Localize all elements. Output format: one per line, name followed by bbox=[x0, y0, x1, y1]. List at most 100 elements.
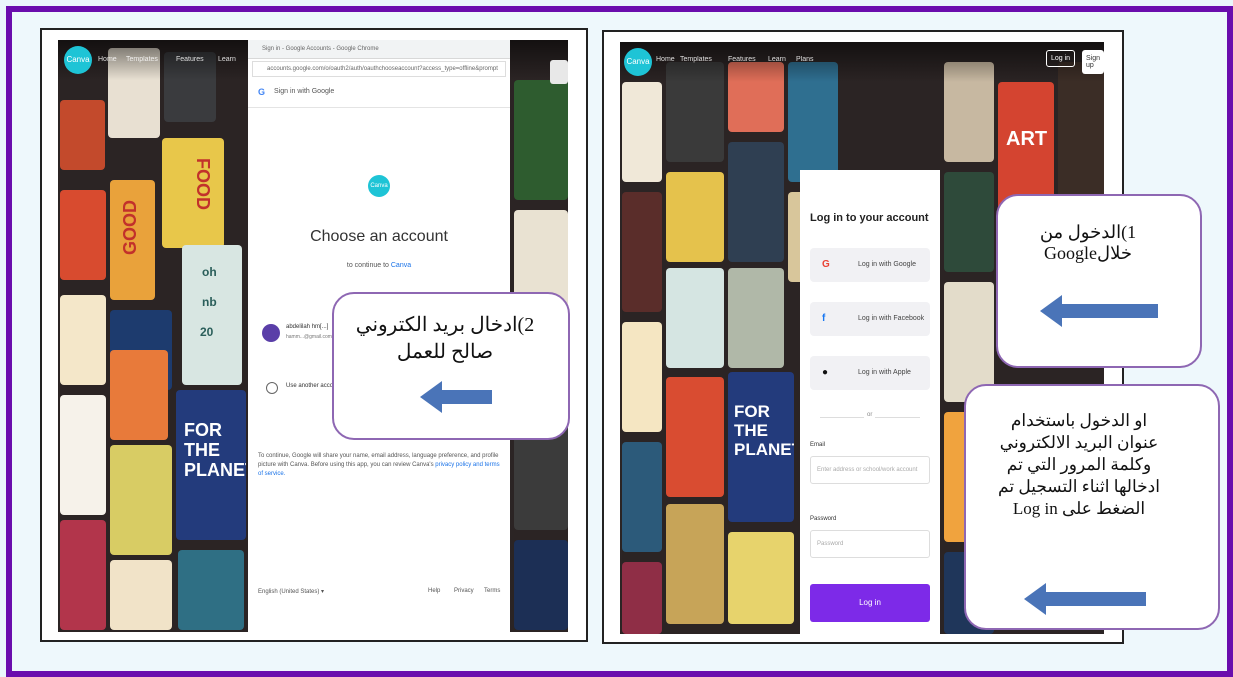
google-login-button[interactable]: G Log in with Google bbox=[810, 248, 930, 282]
google-g-icon: G bbox=[822, 259, 830, 270]
facebook-login-label: Log in with Facebook bbox=[858, 315, 925, 322]
collage-tile bbox=[728, 142, 784, 262]
password-field[interactable]: Password bbox=[810, 530, 930, 558]
planet-tile: FOR THE PLANET bbox=[176, 390, 246, 540]
account-name: abdelilah hm[...] bbox=[286, 324, 329, 330]
collage-tile bbox=[110, 445, 172, 555]
canva-topbar: Canva Home Templates Features Learn Plan… bbox=[620, 42, 1104, 82]
left-screenshot-panel: FOOD GOOD oh nb 20 FOR THE PLANET Canva … bbox=[40, 28, 588, 642]
canva-logo[interactable]: Canva bbox=[64, 46, 92, 74]
left-arrow-icon bbox=[420, 381, 492, 413]
footer-privacy-link[interactable]: Privacy bbox=[454, 588, 474, 594]
oh-tile: oh nb 20 bbox=[182, 245, 242, 385]
collage-tile bbox=[514, 540, 568, 630]
collage-tile bbox=[666, 504, 724, 624]
planet-tile-text: FOR THE PLANET bbox=[184, 420, 246, 480]
food-tile-text: FOOD bbox=[193, 158, 213, 210]
nb-tile-text: nb bbox=[202, 295, 217, 309]
nav-home[interactable]: Home bbox=[656, 56, 675, 63]
facebook-login-button[interactable]: f Log in with Facebook bbox=[810, 302, 930, 336]
chevron-down-icon: ▾ bbox=[319, 589, 325, 595]
card-title: Log in to your account bbox=[810, 212, 929, 224]
login-submit-button[interactable]: Log in bbox=[810, 584, 930, 622]
callout-login-email: او الدخول باستخدام عنوان البريد الالكترو… bbox=[964, 384, 1220, 630]
footer-terms-link[interactable]: Terms bbox=[484, 588, 500, 594]
collage-tile bbox=[728, 532, 794, 624]
avatar bbox=[262, 324, 280, 342]
collage-tile bbox=[110, 560, 172, 630]
zo-tile-text: 20 bbox=[200, 325, 214, 339]
signin-header: G Sign in with Google bbox=[248, 79, 510, 108]
email-label: Email bbox=[810, 442, 826, 448]
right-screenshot-panel: FOR THE PLANET ART Canva Home Templates … bbox=[602, 30, 1220, 644]
collage-tile bbox=[60, 520, 106, 630]
nav-features[interactable]: Features bbox=[728, 56, 756, 63]
callout-line: خلالGoogle bbox=[1044, 243, 1132, 263]
nav-learn[interactable]: Learn bbox=[768, 56, 786, 63]
good-tile: GOOD bbox=[110, 180, 155, 300]
nav-templates[interactable]: Templates bbox=[126, 56, 158, 63]
callout-login-google: 1)الدخول من خلالGoogle bbox=[996, 194, 1202, 368]
language-select[interactable]: English (United States) bbox=[258, 589, 319, 595]
signin-header-text: Sign in with Google bbox=[274, 88, 335, 95]
canva-logo[interactable]: Canva bbox=[624, 48, 652, 76]
collage-tile bbox=[178, 550, 244, 630]
collage-tile bbox=[60, 395, 106, 515]
privacy-disclaimer: To continue, Google will share your name… bbox=[258, 452, 500, 479]
planet-tile-text: FOR THE PLANET bbox=[734, 402, 794, 459]
art-tile: ART bbox=[998, 82, 1054, 212]
nav-plans[interactable]: Plans bbox=[796, 56, 814, 63]
collage-tile bbox=[514, 80, 568, 200]
callout-line: صالح للعمل bbox=[396, 341, 494, 363]
account-email: hamm...@gmail.com bbox=[286, 334, 332, 340]
collage-tile bbox=[60, 100, 105, 170]
browser-title-bar: Sign in - Google Accounts - Google Chrom… bbox=[248, 40, 510, 59]
top-right-button[interactable] bbox=[550, 60, 568, 84]
browser-url-bar[interactable]: accounts.google.com/o/oauth2/auth/oauthc… bbox=[252, 61, 506, 77]
collage-tile bbox=[60, 190, 106, 280]
continue-prefix: to continue to bbox=[346, 262, 391, 269]
nav-templates[interactable]: Templates bbox=[680, 56, 712, 63]
email-field[interactable]: Enter address or school/work account bbox=[810, 456, 930, 484]
collage-tile bbox=[622, 322, 662, 432]
callout-line: 2)ادخال بريد الكتروني bbox=[355, 314, 535, 336]
collage-tile bbox=[622, 82, 662, 182]
continue-to-line: to continue to Canva bbox=[248, 262, 510, 269]
good-tile-text: GOOD bbox=[120, 200, 140, 256]
google-login-label: Log in with Google bbox=[858, 261, 916, 268]
collage-tile bbox=[728, 268, 784, 368]
top-login-button[interactable]: Log in bbox=[1046, 50, 1076, 67]
account-circle-icon bbox=[266, 382, 278, 394]
callout-line: الضغط على Log in bbox=[1012, 499, 1146, 518]
planet-tile: FOR THE PLANET bbox=[728, 372, 794, 522]
callout-line: عنوان البريد الالكتروني bbox=[999, 433, 1159, 452]
food-tile: FOOD bbox=[162, 138, 224, 248]
collage-tile bbox=[622, 442, 662, 552]
collage-tile bbox=[666, 172, 724, 262]
collage-tile bbox=[666, 268, 724, 368]
apple-icon: ● bbox=[822, 367, 829, 378]
collage-tile bbox=[622, 192, 662, 312]
top-signup-button[interactable]: Sign up bbox=[1082, 50, 1104, 74]
nav-learn[interactable]: Learn bbox=[218, 56, 236, 63]
collage-tile bbox=[110, 350, 168, 440]
dialog-footer: English (United States) ▾ Help Privacy T… bbox=[258, 588, 500, 595]
collage-tile bbox=[1058, 62, 1104, 202]
footer-help-link[interactable]: Help bbox=[428, 588, 440, 594]
continue-app-link[interactable]: Canva bbox=[391, 262, 411, 269]
collage-tile bbox=[622, 562, 662, 634]
oh-tile-text: oh bbox=[202, 265, 217, 279]
callout-line: ادخالها اثناء التسجيل تم bbox=[998, 477, 1160, 496]
facebook-icon: f bbox=[822, 313, 826, 324]
callout-line: او الدخول باستخدام bbox=[1010, 411, 1148, 430]
nav-features[interactable]: Features bbox=[176, 56, 204, 63]
choose-account-title: Choose an account bbox=[310, 228, 448, 245]
left-arrow-icon bbox=[1024, 583, 1146, 615]
nav-home[interactable]: Home bbox=[98, 56, 117, 63]
left-arrow-icon bbox=[1040, 295, 1158, 327]
art-tile-text: ART bbox=[1006, 128, 1048, 150]
callout-line: وكلمة المرور التي تم bbox=[1006, 455, 1152, 474]
apple-login-button[interactable]: ● Log in with Apple bbox=[810, 356, 930, 390]
apple-login-label: Log in with Apple bbox=[858, 369, 911, 376]
google-g-icon: G bbox=[258, 87, 266, 97]
